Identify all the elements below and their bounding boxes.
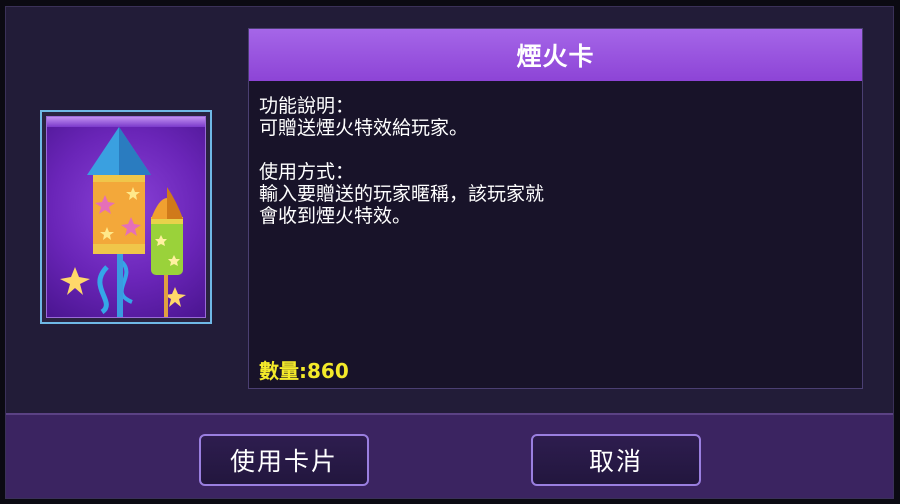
card-info-panel: 煙火卡 功能說明： 可贈送煙火特效給玩家。 使用方式： 輸入要贈送的玩家暱稱，該…	[248, 28, 863, 389]
card-title: 煙火卡	[249, 29, 862, 81]
card-quantity: 數量:860	[259, 359, 349, 383]
dialog-footer: 使用卡片 取消	[6, 413, 893, 498]
item-card-dialog: 煙火卡 功能說明： 可贈送煙火特效給玩家。 使用方式： 輸入要贈送的玩家暱稱，該…	[5, 6, 894, 499]
card-description: 功能說明： 可贈送煙火特效給玩家。 使用方式： 輸入要贈送的玩家暱稱，該玩家就 …	[259, 95, 545, 227]
card-image-frame	[40, 110, 212, 324]
use-card-button[interactable]: 使用卡片	[199, 434, 369, 486]
firework-rockets-icon	[46, 116, 206, 318]
cancel-button[interactable]: 取消	[531, 434, 701, 486]
